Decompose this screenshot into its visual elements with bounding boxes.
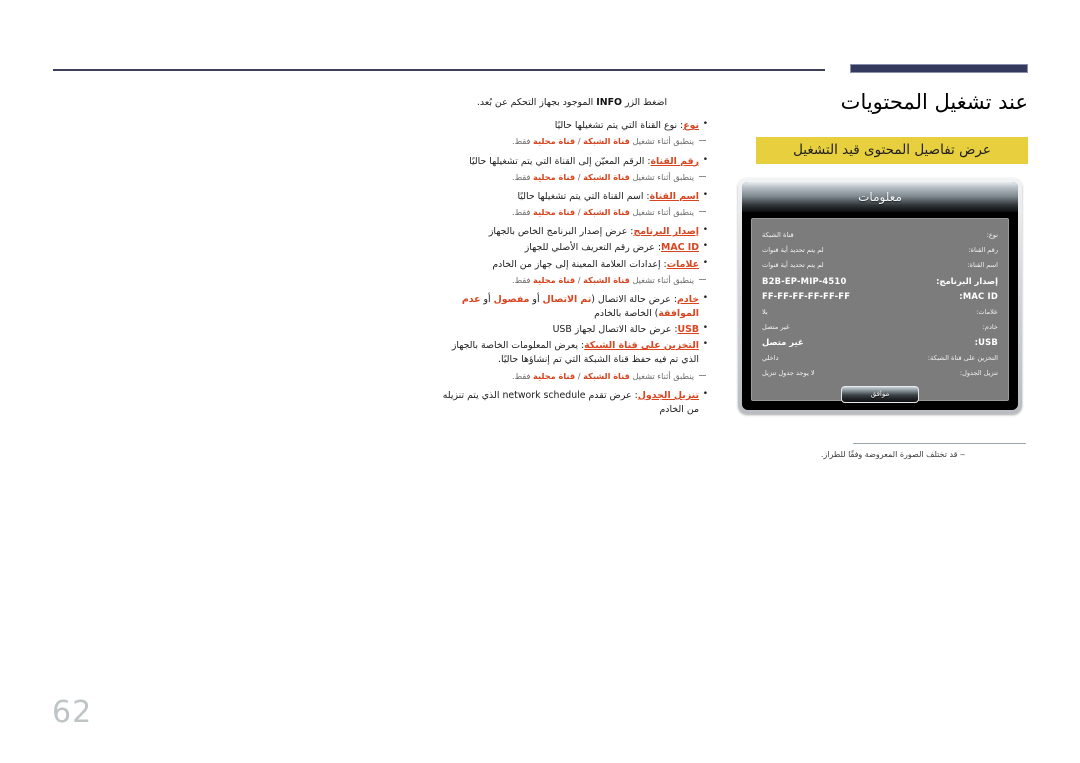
dialog-info-label: USB: bbox=[974, 337, 998, 348]
footnote-divider bbox=[853, 443, 1026, 444]
bullet-note: ينطبق أثناء تشغيل قناة الشبكة / قناة محل… bbox=[436, 274, 708, 286]
dialog-info-row: التخزين على قناة الشبكة: داخلي bbox=[762, 350, 998, 365]
dialog-info-label: علامات: bbox=[976, 307, 998, 316]
dialog-info-value: غير متصل bbox=[762, 337, 804, 348]
note-keyword-network-channel: قناة الشبكة bbox=[583, 207, 630, 218]
dialog-info-label: إصدار البرنامج: bbox=[936, 275, 998, 286]
section-highlight-banner: عرض تفاصيل المحتوى قيد التشغيل bbox=[756, 137, 1028, 165]
dialog-info-row: رقم القناة: لم يتم تحديد أية قنوات bbox=[762, 242, 998, 257]
bullet-item: USB: عرض حالة الاتصال لجهاز USB bbox=[436, 322, 708, 337]
dialog-info-row: تنزيل الجدول: لا يوجد جدول تنزيل bbox=[762, 366, 998, 381]
dialog-info-list: نوع: قناة الشبكة رقم القناة: لم يتم تحديد أ… bbox=[751, 218, 1009, 403]
dialog-info-label: تنزيل الجدول: bbox=[959, 369, 998, 378]
dialog-info-value: لم يتم تحديد أية قنوات bbox=[762, 246, 824, 255]
note-keyword-network-channel: قناة الشبكة bbox=[583, 274, 630, 285]
dialog-info-value: لم يتم تحديد أية قنوات bbox=[762, 261, 824, 270]
device-dialog-screenshot: معلومات نوع: قناة الشبكة رقم القناة: لم يتم… bbox=[738, 178, 1022, 414]
body-column: اضغط الزر INFO الموجود بجهاز التحكم عن ب… bbox=[436, 96, 708, 419]
bullet-term: نوع bbox=[683, 120, 699, 132]
dialog-info-label: خادم: bbox=[982, 323, 998, 332]
note-keyword-network-channel: قناة الشبكة bbox=[583, 171, 630, 182]
note-keyword-network-channel: قناة الشبكة bbox=[583, 136, 630, 147]
bullet-term: علامات bbox=[666, 258, 699, 270]
dialog-info-row: USB: غير متصل bbox=[762, 335, 998, 350]
dialog-info-row: نوع: قناة الشبكة bbox=[762, 227, 998, 242]
bullet-item: MAC ID: عرض رقم التعريف الأصلي للجهاز bbox=[436, 240, 708, 255]
bullet-item: إصدار البرنامج: عرض إصدار البرنامج الخاص… bbox=[436, 224, 708, 239]
bullet-item: رقم القناة: الرقم المعيّن إلى القناة الت… bbox=[436, 154, 708, 169]
dialog-info-row: علامات: بلا bbox=[762, 304, 998, 319]
dialog-info-label: رقم القناة: bbox=[968, 246, 998, 255]
device-screen: معلومات نوع: قناة الشبكة رقم القناة: لم يتم… bbox=[742, 182, 1018, 410]
bullet-note: ينطبق أثناء تشغيل قناة الشبكة / قناة محل… bbox=[436, 370, 708, 382]
dialog-info-value: B2B-EP-MIP-4510 bbox=[762, 275, 847, 286]
right-column: عند تشغيل المحتويات عرض تفاصيل المحتوى ق… bbox=[728, 90, 1028, 182]
note-keyword-local-channel: قناة محلية bbox=[533, 370, 576, 381]
dialog-info-value: بلا bbox=[762, 307, 768, 316]
bullet-item: علامات: إعدادات العلامة المعينة إلى جهاز… bbox=[436, 257, 708, 272]
dialog-info-label: اسم القناة: bbox=[967, 261, 998, 270]
bullet-term: إصدار البرنامج bbox=[633, 226, 699, 238]
note-keyword-local-channel: قناة محلية bbox=[533, 171, 576, 182]
dialog-info-label: MAC ID: bbox=[959, 291, 998, 302]
dialog-info-label: التخزين على قناة الشبكة: bbox=[927, 353, 998, 362]
bullet-note: ينطبق أثناء تشغيل قناة الشبكة / قناة محل… bbox=[436, 171, 708, 183]
ok-button[interactable]: موافق bbox=[841, 385, 919, 403]
bullet-term: خادم bbox=[677, 293, 699, 305]
bullet-note: ينطبق أثناء تشغيل قناة الشبكة / قناة محل… bbox=[436, 135, 708, 147]
bullet-term: التخزين على قناة الشبكة bbox=[584, 340, 699, 352]
dialog-actions: موافق bbox=[762, 385, 998, 403]
bullet-state-keyword: مفصول bbox=[493, 293, 530, 305]
bullet-item: تنزيل الجدول: عرض تقدم network schedule … bbox=[436, 388, 708, 417]
bullet-term: MAC ID bbox=[661, 242, 699, 254]
bullet-term: تنزيل الجدول bbox=[637, 389, 699, 401]
note-keyword-local-channel: قناة محلية bbox=[533, 207, 576, 218]
bullet-item: نوع: نوع القناة التي يتم تشغيلها حاليًا bbox=[436, 118, 708, 133]
page-title: عند تشغيل المحتويات bbox=[840, 90, 1028, 114]
bullet-term: رقم القناة bbox=[650, 155, 699, 167]
bullet-list: نوع: نوع القناة التي يتم تشغيلها حاليًا ي… bbox=[436, 118, 708, 417]
note-keyword-local-channel: قناة محلية bbox=[533, 274, 576, 285]
manual-page: عند تشغيل المحتويات عرض تفاصيل المحتوى ق… bbox=[0, 0, 1080, 763]
dialog-info-row: خادم: غير متصل bbox=[762, 319, 998, 334]
bullet-item: خادم: عرض حالة الاتصال (تم الاتصال أو مف… bbox=[436, 292, 708, 321]
dialog-info-row: اسم القناة: لم يتم تحديد أية قنوات bbox=[762, 258, 998, 273]
dialog-info-value: لا يوجد جدول تنزيل bbox=[762, 369, 815, 378]
intro-paragraph: اضغط الزر INFO الموجود بجهاز التحكم عن ب… bbox=[436, 96, 708, 110]
note-keyword-network-channel: قناة الشبكة bbox=[583, 370, 630, 381]
dialog-info-label: نوع: bbox=[986, 230, 998, 239]
page-number: 62 bbox=[52, 695, 93, 730]
figure-footnote: ‒ قد تختلف الصورة المعروضة وفقًا للطراز. bbox=[820, 450, 966, 459]
bullet-state-keyword: تم الاتصال bbox=[542, 293, 592, 305]
bullet-note: ينطبق أثناء تشغيل قناة الشبكة / قناة محل… bbox=[436, 206, 708, 218]
header-rule-right bbox=[850, 64, 1028, 73]
bullet-term: اسم القناة bbox=[649, 190, 699, 202]
bullet-item: التخزين على قناة الشبكة: يعرض المعلومات … bbox=[436, 338, 708, 367]
header-rule-left bbox=[53, 69, 825, 71]
dialog-info-value: FF-FF-FF-FF-FF-FF bbox=[762, 291, 851, 302]
bullet-item: اسم القناة: اسم القناة التي يتم تشغيلها … bbox=[436, 189, 708, 204]
dialog-info-row: إصدار البرنامج: B2B-EP-MIP-4510 bbox=[762, 273, 998, 288]
dialog-info-value: داخلي bbox=[762, 353, 779, 362]
dialog-info-value: غير متصل bbox=[762, 323, 790, 332]
bullet-term: USB bbox=[677, 324, 699, 336]
note-keyword-local-channel: قناة محلية bbox=[533, 136, 576, 147]
dialog-title: معلومات bbox=[742, 182, 1018, 213]
dialog-info-row: MAC ID: FF-FF-FF-FF-FF-FF bbox=[762, 289, 998, 304]
dialog-info-value: قناة الشبكة bbox=[762, 230, 794, 239]
info-key-label: INFO bbox=[596, 97, 622, 108]
